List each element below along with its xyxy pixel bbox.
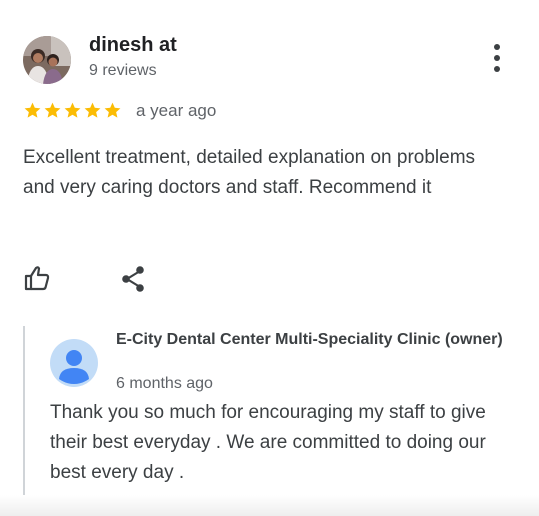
review-card: dinesh at 9 reviews a year ago Excellent… bbox=[0, 0, 539, 516]
share-button[interactable] bbox=[121, 265, 147, 293]
reviewer-photo bbox=[23, 36, 71, 84]
like-button[interactable] bbox=[23, 264, 51, 292]
owner-avatar bbox=[50, 339, 98, 387]
bottom-shadow bbox=[0, 495, 539, 516]
owner-reply-text: Thank you so much for encouraging my sta… bbox=[50, 402, 486, 483]
more-vertical-icon bbox=[494, 44, 500, 50]
star-icon bbox=[64, 102, 81, 118]
star-icon bbox=[24, 102, 41, 118]
reviewer-review-count[interactable]: 9 reviews bbox=[89, 62, 157, 80]
person-icon bbox=[59, 350, 89, 384]
reviewer-avatar[interactable] bbox=[23, 36, 71, 84]
owner-reply-date: 6 months ago bbox=[116, 375, 213, 392]
review-date: a year ago bbox=[136, 101, 217, 120]
star-rating bbox=[23, 101, 123, 123]
star-icon bbox=[104, 102, 121, 118]
reviewer-name[interactable]: dinesh at bbox=[89, 34, 177, 57]
more-options-button[interactable] bbox=[487, 44, 507, 76]
owner-name: E-City Dental Center Multi-Speciality Cl… bbox=[116, 331, 503, 348]
star-icon bbox=[84, 102, 101, 118]
share-icon bbox=[122, 266, 144, 292]
owner-reply-divider bbox=[23, 326, 25, 502]
star-icon bbox=[44, 102, 61, 118]
review-text: Excellent treatment, detailed explanatio… bbox=[23, 147, 476, 198]
thumbs-up-icon bbox=[24, 266, 50, 291]
